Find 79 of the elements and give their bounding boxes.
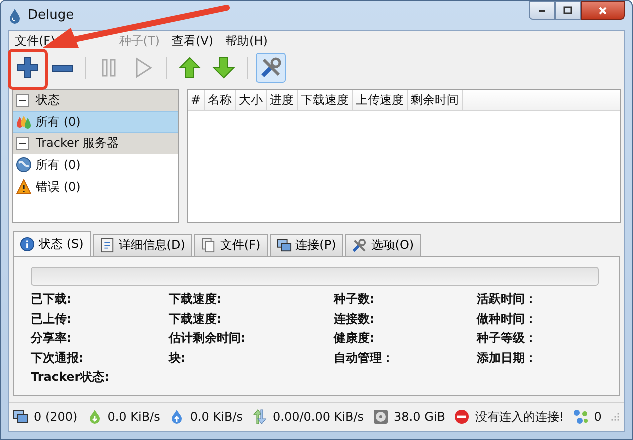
group-header[interactable]: Tracker 服务器 xyxy=(13,133,178,154)
tab[interactable]: 文件(F) xyxy=(194,234,268,256)
down-arrow-icon xyxy=(212,56,236,80)
menu-item[interactable]: 查看(V) xyxy=(170,33,216,50)
close-button[interactable] xyxy=(581,1,625,20)
filter-item[interactable]: 错误 (0) xyxy=(13,176,178,198)
filter-label: 错误 (0) xyxy=(36,178,81,196)
status-text: 0.0 KiB/s xyxy=(190,410,243,424)
field-label: 做种时间： xyxy=(477,310,538,328)
tools-icon xyxy=(352,238,368,253)
field-label: 添加日期： xyxy=(477,350,538,366)
status-text: 没有连入的连接! xyxy=(475,408,564,426)
status-text: 0.0 KiB/s xyxy=(108,410,160,424)
up-arrow-icon xyxy=(178,56,202,80)
column-header[interactable]: 剩余时间 xyxy=(408,90,464,110)
field-label: 下次通报: xyxy=(31,350,85,366)
tools-icon xyxy=(259,56,283,80)
field-label: 健康度: xyxy=(334,330,376,347)
filter-label: 所有 (0) xyxy=(36,114,81,130)
highlight-frame xyxy=(8,49,48,90)
maximize-icon xyxy=(563,6,573,16)
filter-item[interactable]: 所有 (0) xyxy=(13,111,178,133)
field-label: 自动管理： xyxy=(334,350,395,366)
plus-icon xyxy=(16,56,40,80)
field-label: 种子等级： xyxy=(477,330,538,347)
field-label: 连接数: xyxy=(334,310,376,328)
collapse-icon[interactable] xyxy=(16,137,29,150)
minus-icon xyxy=(52,64,72,72)
network-icon xyxy=(13,409,29,425)
tab[interactable]: 连接(P) xyxy=(270,234,344,256)
field-label: 活跃时间： xyxy=(477,291,538,308)
field-label: Tracker状态: xyxy=(31,369,111,386)
filter-label: 所有 (0) xyxy=(36,156,81,174)
group-label: 状态 xyxy=(36,92,60,109)
nodes-icon xyxy=(573,409,590,425)
window-title: Deluge xyxy=(28,8,74,23)
filter-item[interactable]: 所有 (0) xyxy=(13,154,178,176)
warning-icon xyxy=(16,179,32,195)
field-label: 已下载: xyxy=(31,291,73,308)
info-icon xyxy=(20,236,35,252)
field-label: 下载速度: xyxy=(169,291,223,308)
field-label: 块: xyxy=(169,350,187,366)
preferences-button[interactable] xyxy=(256,53,286,83)
pages-icon xyxy=(201,238,216,253)
column-header[interactable]: 名称 xyxy=(205,90,236,110)
field-label: 下载速度: xyxy=(169,310,223,328)
maximize-button[interactable] xyxy=(555,1,581,20)
field-label: 分享率: xyxy=(31,330,73,347)
field-label: 估计剩余时间: xyxy=(169,330,247,347)
network-icon xyxy=(276,238,292,253)
status-text: 0 (200) xyxy=(34,410,78,424)
droplet-icon xyxy=(8,8,22,24)
collapse-icon[interactable] xyxy=(16,94,29,107)
minimize-button[interactable] xyxy=(529,1,555,20)
menu-item[interactable]: 帮助(H) xyxy=(224,33,270,50)
status-text: 0.00/0.00 KiB/s xyxy=(273,410,364,424)
up-down-arrows-icon xyxy=(252,409,268,425)
status-text: 0 xyxy=(594,410,602,424)
field-label: 种子数: xyxy=(334,291,376,308)
column-header[interactable]: 上传速度 xyxy=(353,90,408,110)
tab[interactable]: 选项(O) xyxy=(345,234,422,256)
group-header[interactable]: 状态 xyxy=(13,90,178,111)
no-entry-icon xyxy=(454,409,470,425)
resize-grip-icon[interactable] xyxy=(610,411,620,423)
disk-icon xyxy=(373,409,390,425)
column-header[interactable]: 进度 xyxy=(267,90,298,110)
column-header[interactable]: 下载速度 xyxy=(298,90,354,110)
document-icon xyxy=(100,238,115,253)
close-icon xyxy=(598,6,608,16)
droplets-icon xyxy=(16,114,32,130)
minimize-icon xyxy=(539,10,545,12)
column-header[interactable]: 大小 xyxy=(236,90,268,110)
field-label: 已上传: xyxy=(31,310,73,328)
column-header[interactable]: # xyxy=(188,90,206,110)
tab[interactable]: 详细信息(D) xyxy=(92,234,192,256)
globe-icon xyxy=(16,157,32,173)
status-text: 38.0 GiB xyxy=(394,410,446,424)
tab[interactable]: 状态 (S) xyxy=(13,231,91,256)
group-label: Tracker 服务器 xyxy=(36,135,120,152)
